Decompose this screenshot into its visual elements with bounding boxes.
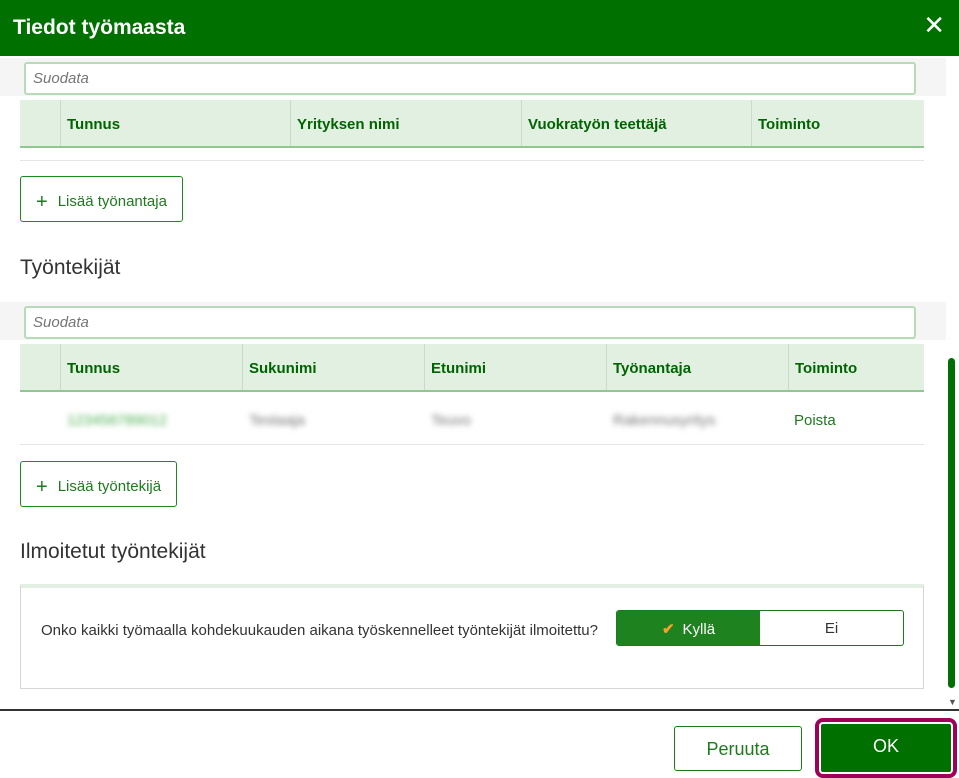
add-employee-label: Lisää työntekijä xyxy=(57,478,162,495)
employer-filter-bar xyxy=(0,58,946,96)
add-employee-button[interactable]: + Lisää työntekijä xyxy=(20,461,178,507)
dialog-content: Tunnus Yrityksen nimi Vuokratyön teettäj… xyxy=(0,56,946,709)
dialog-footer: Peruuta OK xyxy=(0,709,959,778)
column-surname[interactable]: Sukunimi xyxy=(242,344,424,390)
cancel-button[interactable]: Peruuta xyxy=(674,726,802,771)
remove-link[interactable]: Poista xyxy=(794,412,836,429)
add-employer-button[interactable]: + Lisää työnantaja xyxy=(20,176,183,222)
employee-filter-input[interactable] xyxy=(24,306,916,339)
reported-panel: Onko kaikki työmaalla kohdekuukauden aik… xyxy=(20,584,924,689)
add-employer-label: Lisää työnantaja xyxy=(57,193,167,210)
employee-employer: Rakennusyritys xyxy=(613,412,716,429)
employee-id[interactable]: 123456789012 xyxy=(67,412,167,429)
close-icon[interactable]: ✕ xyxy=(923,12,945,38)
scroll-down-arrow-icon[interactable]: ▼ xyxy=(948,697,957,707)
ok-button-focus-ring: OK xyxy=(815,718,957,778)
column-action: Toiminto xyxy=(751,100,924,146)
column-tunnus[interactable]: Tunnus xyxy=(60,344,242,390)
column-tunnus[interactable]: Tunnus xyxy=(60,100,290,146)
employee-surname: Testaaja xyxy=(249,412,305,429)
plus-icon: + xyxy=(36,476,48,498)
employer-filter-input[interactable] xyxy=(24,62,916,95)
reported-heading: Ilmoitetut työntekijät xyxy=(20,540,206,563)
column-lessee[interactable]: Vuokratyön teettäjä xyxy=(521,100,751,146)
reported-question: Onko kaikki työmaalla kohdekuukauden aik… xyxy=(41,622,598,639)
scrollbar[interactable]: ▼ xyxy=(946,56,959,709)
column-company-name[interactable]: Yrityksen nimi xyxy=(290,100,520,146)
check-icon: ✔ xyxy=(661,621,675,638)
column-employer[interactable]: Työnantaja xyxy=(606,344,788,390)
dialog-header: Tiedot työmaasta ✕ xyxy=(0,0,959,56)
employee-firstname: Teuvo xyxy=(431,412,472,429)
employer-table-header: Tunnus Yrityksen nimi Vuokratyön teettäj… xyxy=(20,100,924,148)
employee-table-header: Tunnus Sukunimi Etunimi Työnantaja Toimi… xyxy=(20,344,924,392)
no-option[interactable]: Ei xyxy=(760,611,903,645)
employee-filter-bar xyxy=(0,302,946,340)
yes-option[interactable]: ✔ Kyllä xyxy=(617,611,760,645)
column-firstname[interactable]: Etunimi xyxy=(424,344,606,390)
yes-label: Kyllä xyxy=(682,621,716,638)
dialog-title: Tiedot työmaasta xyxy=(13,16,186,39)
yes-no-toggle: ✔ Kyllä Ei xyxy=(616,610,904,646)
divider xyxy=(20,160,924,161)
column-action: Toiminto xyxy=(788,344,924,390)
table-row: 123456789012 Testaaja Teuvo Rakennusyrit… xyxy=(20,395,924,445)
plus-icon: + xyxy=(36,191,48,213)
scrollbar-thumb[interactable] xyxy=(948,358,955,688)
employees-heading: Työntekijät xyxy=(20,256,121,279)
ok-button[interactable]: OK xyxy=(821,724,951,772)
